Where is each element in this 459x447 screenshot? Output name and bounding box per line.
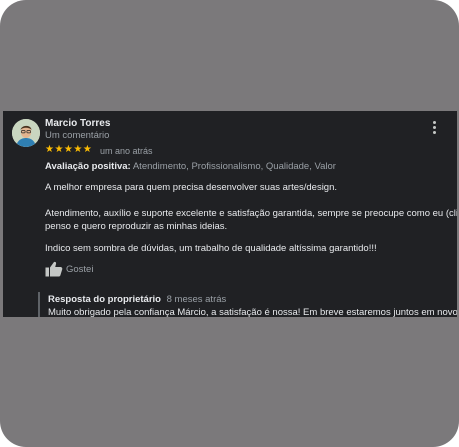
owner-reply-text: Muito obrigado pela confiança Márcio, a …	[48, 307, 457, 317]
thumbs-up-icon	[45, 261, 63, 277]
positive-review-values: Atendimento, Profissionalismo, Qualidade…	[132, 161, 336, 172]
review-card: Marcio Torres Um comentário ★★★★★ um ano…	[3, 111, 457, 317]
owner-reply-time: 8 meses atrás	[166, 294, 227, 305]
screenshot-frame: Marcio Torres Um comentário ★★★★★ um ano…	[0, 0, 459, 447]
like-button[interactable]	[45, 261, 63, 277]
star-rating: ★★★★★	[45, 144, 93, 155]
avatar-image	[12, 119, 40, 147]
review-text-line: penso e quero reproduzir as minhas ideia…	[45, 221, 228, 232]
positive-review-line: Avaliação positiva: Atendimento, Profiss…	[45, 161, 336, 172]
review-text-line: A melhor empresa para quem precisa desen…	[45, 182, 338, 193]
owner-reply-title: Resposta do proprietário	[48, 294, 161, 305]
like-label[interactable]: Gostei	[66, 264, 93, 275]
author-name[interactable]: Marcio Torres	[45, 118, 110, 129]
more-vertical-icon	[430, 121, 438, 134]
review-text-line: Indico sem sombra de dúvidas, um trabalh…	[45, 243, 377, 254]
avatar[interactable]	[12, 119, 40, 147]
owner-reply-header: Resposta do proprietário 8 meses atrás	[48, 294, 226, 305]
more-options-button[interactable]	[430, 121, 438, 137]
review-text-line: Atendimento, auxílio e suporte excelente…	[45, 208, 457, 219]
review-time: um ano atrás	[100, 146, 153, 156]
positive-review-label: Avaliação positiva:	[45, 161, 131, 172]
author-review-count: Um comentário	[45, 130, 110, 141]
reply-divider	[38, 292, 40, 317]
